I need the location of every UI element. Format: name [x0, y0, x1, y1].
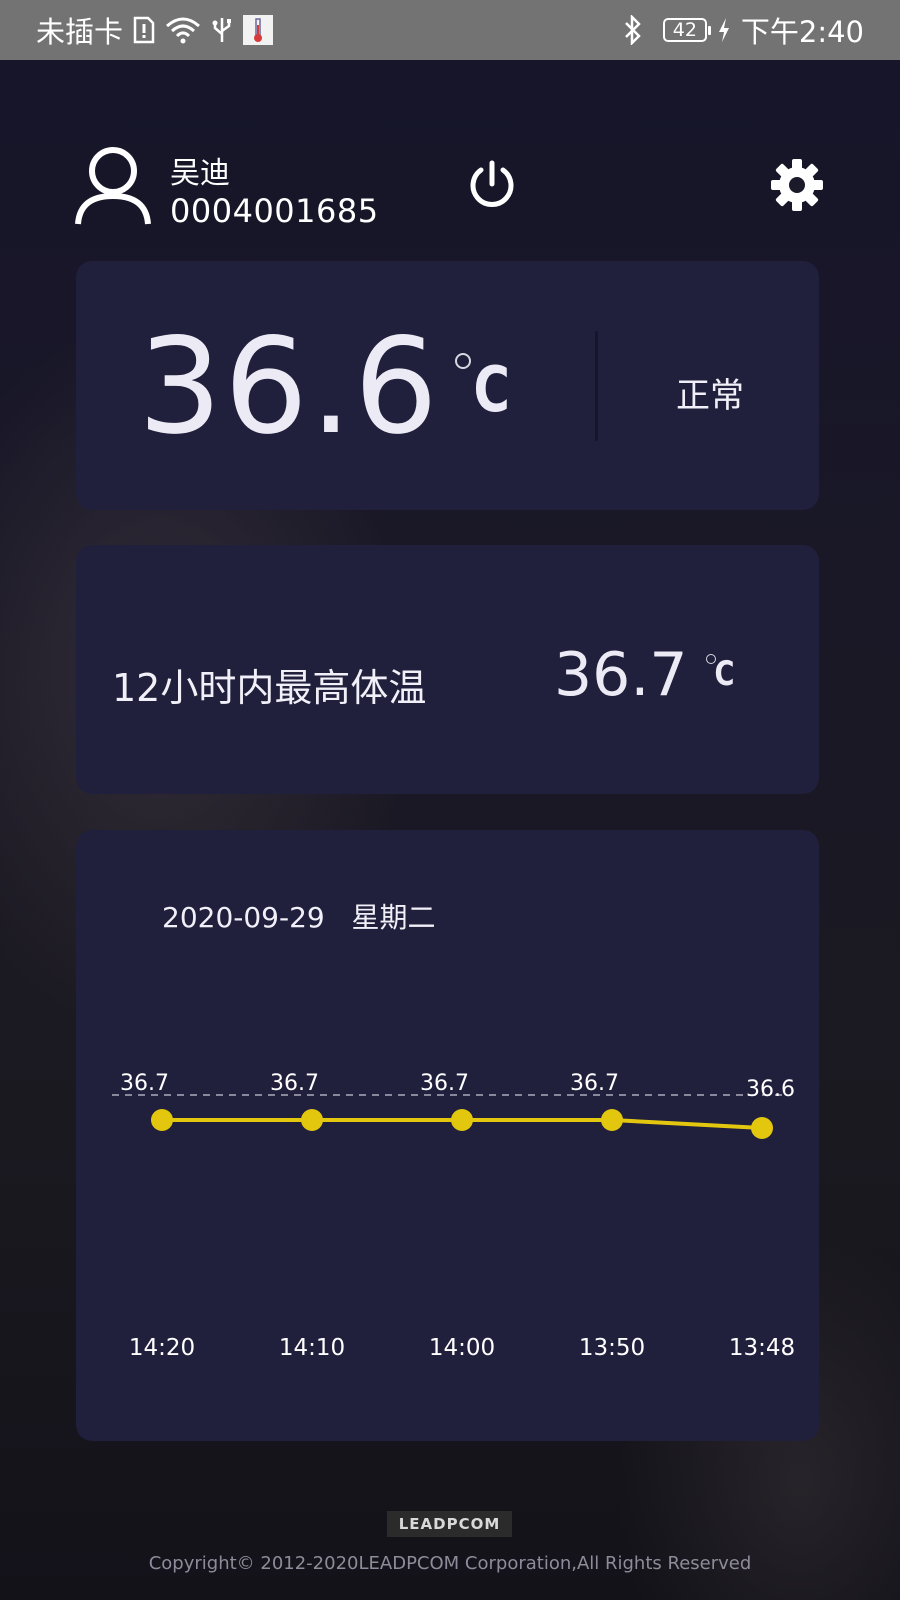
- data-label: 36.7: [270, 1071, 319, 1096]
- data-point: [301, 1109, 323, 1131]
- x-tick-label: 14:20: [129, 1335, 195, 1361]
- data-point: [601, 1109, 623, 1131]
- temperature-unit: C: [473, 353, 510, 426]
- user-header: 吴迪 0004001685: [74, 140, 826, 230]
- wifi-icon: [165, 16, 201, 44]
- x-tick-label: 13:48: [729, 1335, 795, 1361]
- carrier-text: 未插卡: [36, 15, 124, 49]
- x-tick-label: 14:00: [429, 1335, 495, 1361]
- x-tick-label: 14:10: [279, 1335, 345, 1361]
- data-point: [151, 1109, 173, 1131]
- current-temperature-card: 36.6 C 正常: [76, 261, 819, 510]
- temperature-status: 正常: [676, 376, 744, 416]
- gear-icon[interactable]: [770, 158, 824, 212]
- clock-text: 下午2:40: [740, 15, 864, 49]
- temperature-chart-card: 2020-09-29 星期二 36.7 14:20 36.7 14:10 36.7 14:…: [76, 830, 819, 1441]
- max-temperature-label: 12小时内最高体温: [112, 666, 427, 710]
- max-temperature-value: 36.7: [554, 640, 688, 710]
- usb-icon: [211, 16, 233, 44]
- bluetooth-icon: [623, 15, 643, 45]
- battery-indicator: 42: [662, 18, 711, 42]
- data-label: 36.7: [120, 1071, 169, 1096]
- status-bar: 未插卡 42 下午2:40: [0, 0, 900, 60]
- data-label: 36.6: [746, 1077, 795, 1102]
- max-temperature-card: 12小时内最高体温 36.7 C: [76, 545, 819, 794]
- user-icon[interactable]: [74, 144, 152, 226]
- degree-symbol: [455, 353, 471, 369]
- data-label: 36.7: [420, 1071, 469, 1096]
- data-point: [751, 1117, 773, 1139]
- thermometer-app-icon: [243, 15, 274, 45]
- sim-alert-icon: [133, 16, 155, 44]
- current-temperature-value: 36.6: [138, 310, 440, 464]
- data-point: [451, 1109, 473, 1131]
- divider: [595, 331, 598, 441]
- user-id: 0004001685: [170, 192, 379, 230]
- x-tick-label: 13:50: [579, 1335, 645, 1361]
- charging-icon: [717, 17, 731, 43]
- max-temperature-unit: C: [714, 654, 735, 694]
- copyright-text: Copyright© 2012-2020LEADPCOM Corporation…: [148, 1553, 752, 1574]
- power-icon[interactable]: [466, 158, 518, 210]
- brand-logo: LEADPCOM: [387, 1511, 512, 1537]
- data-label: 36.7: [570, 1071, 619, 1096]
- temperature-line-chart: 36.7 14:20 36.7 14:10 36.7 14:00 36.7 13:50 36.6…: [112, 1071, 795, 1361]
- user-name: 吴迪: [170, 156, 230, 191]
